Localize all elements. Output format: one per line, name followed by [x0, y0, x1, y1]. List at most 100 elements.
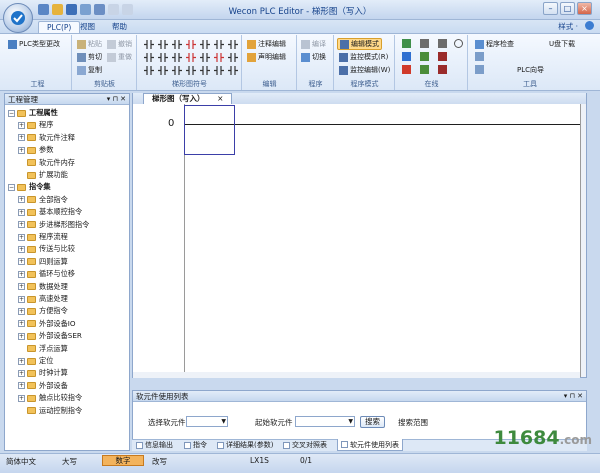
tree-item[interactable]: + 程序流程 — [18, 231, 68, 243]
tree-item[interactable]: + 高速处理 — [18, 293, 68, 305]
ladder-symbol-icon[interactable] — [200, 39, 210, 50]
ladder-symbol-icon[interactable] — [158, 39, 168, 50]
tree-item[interactable]: 软元件内存 — [18, 157, 75, 169]
tree-item[interactable]: + 外部设备 — [18, 380, 68, 392]
ladder-symbol-icon[interactable] — [200, 52, 210, 63]
minimize-button[interactable]: – — [543, 2, 558, 15]
tree-item[interactable]: + 基本顺控指令 — [18, 206, 82, 218]
statement-edit-button[interactable]: 声明编辑 — [247, 52, 286, 62]
ladder-symbol-icon[interactable] — [200, 65, 210, 76]
device-icon[interactable] — [475, 52, 484, 61]
plc-status-icon[interactable] — [420, 65, 429, 74]
tree-item[interactable]: + 循环与位移 — [18, 268, 75, 280]
program-check-button[interactable]: 程序检查 — [475, 39, 514, 49]
expand-icon[interactable]: + — [18, 283, 25, 291]
expand-icon[interactable]: + — [18, 121, 25, 129]
tree-item[interactable]: 运动控制指令 — [18, 405, 82, 417]
panel-controls[interactable]: ▾ ⊓ ✕ — [107, 94, 126, 105]
ladder-symbol-icon[interactable] — [228, 39, 238, 50]
comment-edit-button[interactable]: 注释编辑 — [247, 39, 286, 49]
ladder-symbol-icon[interactable] — [172, 52, 182, 63]
paste-button[interactable]: 粘贴 — [77, 39, 102, 49]
expand-icon[interactable]: + — [18, 295, 25, 303]
expand-icon[interactable]: + — [18, 270, 25, 278]
expand-icon[interactable]: + — [18, 307, 25, 315]
expand-icon[interactable]: + — [18, 320, 25, 328]
read-plc-icon[interactable] — [420, 39, 429, 48]
monitor-edit-button[interactable]: 监控编辑(W) — [339, 65, 390, 75]
tree-item[interactable]: + 程序 — [18, 119, 53, 131]
memory-clear-icon[interactable] — [438, 65, 447, 74]
collapse-icon[interactable]: − — [8, 109, 15, 117]
tree-item[interactable]: − 指令集 — [8, 181, 51, 193]
tree-item[interactable]: + 参数 — [18, 144, 53, 156]
compile-button[interactable]: 编译 — [301, 39, 326, 49]
ladder-symbol-icon[interactable] — [144, 52, 154, 63]
ladder-symbol-icon[interactable] — [144, 65, 154, 76]
edit-mode-button[interactable]: 编辑模式 — [337, 38, 382, 50]
redo-button[interactable]: 重做 — [107, 52, 132, 62]
ladder-cursor[interactable] — [184, 105, 235, 155]
tab-close-icon[interactable]: × — [217, 94, 223, 103]
expand-icon[interactable]: + — [18, 394, 25, 402]
run-icon[interactable] — [420, 52, 429, 61]
expand-icon[interactable]: + — [18, 245, 25, 253]
ladder-symbol-icon[interactable] — [228, 65, 238, 76]
search-button[interactable]: 搜索 — [360, 416, 385, 428]
tab-help[interactable]: 帮助 — [104, 21, 135, 33]
clock-icon[interactable] — [454, 39, 463, 48]
tree-item[interactable]: + 全部指令 — [18, 194, 68, 206]
expand-icon[interactable]: + — [18, 258, 25, 266]
help-icon[interactable] — [585, 21, 594, 30]
tab-device-usage[interactable]: 软元件使用列表 — [337, 439, 403, 451]
tree-item[interactable]: 扩展功能 — [18, 169, 68, 181]
expand-icon[interactable]: + — [18, 233, 25, 241]
maximize-button[interactable]: □ — [560, 2, 575, 15]
tree-item[interactable]: + 数据处理 — [18, 281, 68, 293]
undo-button[interactable]: 撤销 — [107, 39, 132, 49]
tree-item[interactable]: + 外部设备SER — [18, 330, 82, 342]
plc-type-change-button[interactable]: PLC类型更改 — [8, 39, 60, 49]
tree-item[interactable]: + 四则运算 — [18, 256, 68, 268]
usb-download-button[interactable]: U盘下载 — [549, 39, 575, 49]
horizontal-scrollbar[interactable] — [133, 372, 580, 378]
write-plc-icon[interactable] — [438, 39, 447, 48]
tab-cross-reference[interactable]: 交叉对照表 — [283, 439, 327, 451]
tree-item[interactable]: + 传送与比较 — [18, 243, 75, 255]
tree-item[interactable]: + 软元件注释 — [18, 132, 75, 144]
ladder-symbol-icon[interactable] — [172, 39, 182, 50]
plc-wizard-button[interactable]: PLC向导 — [517, 65, 544, 75]
expand-icon[interactable]: + — [18, 221, 25, 229]
ladder-symbol-icon[interactable] — [186, 52, 196, 63]
ladder-symbol-icon[interactable] — [186, 65, 196, 76]
ladder-symbol-icon[interactable] — [214, 39, 224, 50]
copy-button[interactable]: 复制 — [77, 65, 102, 75]
select-device-dropdown[interactable]: ▼ — [186, 416, 228, 427]
tab-ladder-write[interactable]: 梯形图（写入） × — [143, 93, 233, 104]
start-device-input[interactable]: ▼ — [295, 416, 355, 427]
ladder-symbol-icon[interactable] — [228, 52, 238, 63]
expand-icon[interactable]: + — [18, 357, 25, 365]
ladder-symbol-icon[interactable] — [158, 52, 168, 63]
expand-icon[interactable]: + — [18, 146, 25, 154]
ladder-symbol-icon[interactable] — [214, 52, 224, 63]
tree-item[interactable]: − 工程属性 — [8, 107, 58, 119]
switch-button[interactable]: 切换 — [301, 52, 326, 62]
collapse-icon[interactable]: − — [8, 183, 15, 191]
tab-detailed-results[interactable]: 详细结果(参数) — [217, 439, 273, 451]
expand-icon[interactable]: + — [18, 382, 25, 390]
settings-icon[interactable] — [475, 65, 484, 74]
tree-item[interactable]: + 外部设备IO — [18, 318, 76, 330]
tree-item[interactable]: + 触点比较指令 — [18, 392, 82, 404]
expand-icon[interactable]: + — [18, 208, 25, 216]
tree-item[interactable]: + 时钟计算 — [18, 367, 68, 379]
expand-icon[interactable]: + — [18, 196, 25, 204]
ladder-symbol-icon[interactable] — [172, 65, 182, 76]
expand-icon[interactable]: + — [18, 134, 25, 142]
tab-view[interactable]: 视图 — [72, 21, 103, 33]
monitor-mode-button[interactable]: 监控模式(R) — [339, 52, 388, 62]
download-icon[interactable] — [402, 65, 411, 74]
tree-item[interactable]: 浮点运算 — [18, 343, 68, 355]
tree-item[interactable]: + 定位 — [18, 355, 53, 367]
tab-instructions[interactable]: 指令 — [184, 439, 207, 451]
